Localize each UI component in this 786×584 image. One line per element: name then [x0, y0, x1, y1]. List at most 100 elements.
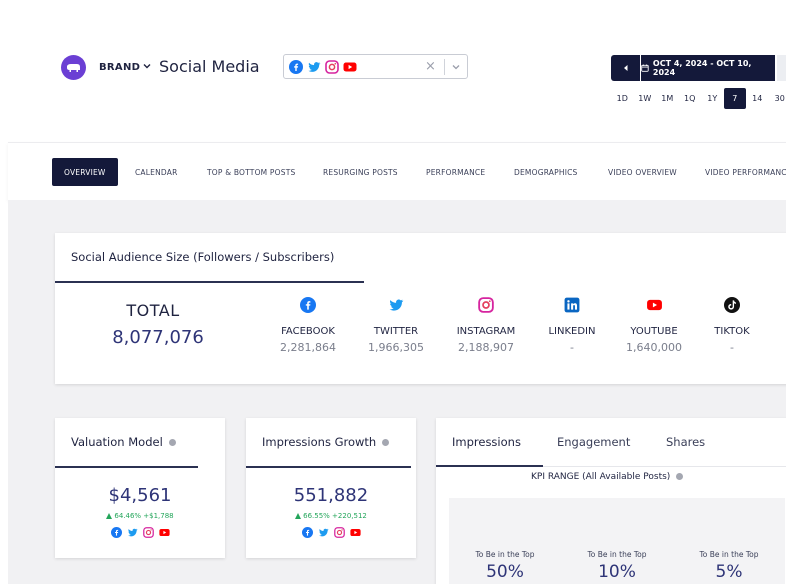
tab-engagement[interactable]: Engagement	[557, 435, 630, 449]
tab-shares[interactable]: Shares	[666, 435, 705, 449]
youtube-icon	[349, 528, 361, 537]
card-title-text: Valuation Model	[71, 435, 163, 449]
tab-impressions[interactable]: Impressions	[452, 435, 521, 449]
facebook-icon	[301, 527, 313, 538]
network-facebook: FACEBOOK 2,281,864	[263, 295, 353, 354]
active-tab-underline	[436, 465, 543, 467]
tab-performance[interactable]: PERFORMANCE	[426, 158, 485, 186]
tab-overview[interactable]: OVERVIEW	[52, 158, 118, 186]
network-icons	[246, 527, 416, 538]
network-name: LINKEDIN	[548, 326, 596, 337]
kpi-percent: 10%	[598, 562, 636, 582]
kpi-caption: To Be in the Top	[699, 550, 759, 559]
brand-selector-label[interactable]: BRAND	[99, 62, 140, 73]
card-title-text: Impressions Growth	[262, 435, 377, 449]
network-icons	[55, 527, 225, 538]
instagram-icon	[142, 527, 154, 538]
card-title: Impressions Growth	[262, 435, 390, 449]
range-option-1m[interactable]: 1M	[656, 88, 679, 109]
date-range-label: OCT 4, 2024 - OCT 10, 2024	[652, 59, 752, 77]
tab-video-overview[interactable]: VIDEO OVERVIEW	[608, 158, 677, 186]
facebook-icon[interactable]	[289, 60, 303, 74]
kpi-caption: To Be in the Top	[587, 550, 647, 559]
instagram-icon	[333, 527, 345, 538]
kpi-range-text: KPI RANGE (All Available Posts)	[531, 472, 671, 482]
twitter-icon[interactable]	[307, 60, 321, 74]
instagram-icon	[478, 297, 494, 313]
page-title: Social Media	[159, 57, 260, 76]
impressions-growth-card: Impressions Growth 551,882 66.55% +220,5…	[246, 418, 416, 558]
network-name: TWITTER	[373, 326, 419, 337]
tab-top-bottom-posts[interactable]: TOP & BOTTOM POSTS	[207, 158, 295, 186]
facebook-icon	[110, 527, 122, 538]
title-underline	[246, 466, 411, 468]
date-prev-button[interactable]	[611, 55, 640, 81]
tab-resurging-posts[interactable]: RESURGING POSTS	[323, 158, 398, 186]
tab-calendar[interactable]: CALENDAR	[135, 158, 177, 186]
info-icon[interactable]	[676, 473, 684, 480]
valuation-value: $4,561	[108, 485, 172, 506]
caret-left-icon	[623, 65, 627, 71]
kpi-caption: To Be in the Top	[475, 550, 535, 559]
filter-divider	[444, 59, 445, 75]
network-value: 2,188,907	[458, 341, 514, 354]
network-value: 1,640,000	[626, 341, 682, 354]
network-value: -	[730, 341, 734, 354]
range-option-1w[interactable]: 1W	[634, 88, 657, 109]
range-option-14[interactable]: 14	[746, 88, 769, 109]
kpi-box: To Be in the Top 10%	[561, 498, 673, 584]
network-name: TIKTOK	[714, 326, 750, 337]
title-underline	[55, 281, 364, 283]
impressions-growth-change: 66.55% +220,512	[246, 512, 416, 520]
total-label: TOTAL	[126, 301, 180, 320]
date-next-button[interactable]	[777, 55, 786, 81]
date-range-picker[interactable]: OCT 4, 2024 - OCT 10, 2024	[641, 55, 775, 81]
change-text: 64.46% +$1,788	[114, 512, 174, 520]
range-option-30[interactable]: 30	[769, 88, 786, 109]
range-option-1q[interactable]: 1Q	[679, 88, 702, 109]
network-youtube: YOUTUBE 1,640,000	[609, 295, 699, 354]
tiktok-icon	[724, 297, 740, 313]
impressions-growth-value: 551,882	[293, 485, 369, 506]
network-value: 1,966,305	[368, 341, 424, 354]
range-option-1y[interactable]: 1Y	[701, 88, 724, 109]
brand-logo[interactable]	[61, 55, 86, 80]
twitter-icon	[318, 528, 329, 537]
total-value: 8,077,076	[112, 327, 204, 348]
card-title: Valuation Model	[71, 435, 176, 449]
range-option-7[interactable]: 7	[723, 88, 746, 109]
network-twitter: TWITTER 1,966,305	[351, 295, 441, 354]
valuation-model-card: Valuation Model $4,561 64.46% +$1,788	[55, 418, 225, 558]
kpi-card: Impressions Engagement Shares KPI RANGE …	[436, 418, 786, 584]
valuation-change: 64.46% +$1,788	[55, 512, 225, 520]
trend-up-icon	[295, 513, 302, 519]
instagram-icon[interactable]	[325, 60, 339, 74]
network-tiktok: TIKTOK -	[687, 295, 777, 354]
trend-up-icon	[106, 513, 113, 519]
facebook-icon	[300, 297, 316, 313]
clear-filter-icon[interactable]: ×	[425, 59, 436, 74]
network-filter-select[interactable]: ×	[283, 54, 468, 79]
youtube-icon	[646, 299, 662, 311]
dashboard-content: Social Audience Size (Followers / Subscr…	[8, 200, 786, 584]
tab-demographics[interactable]: DEMOGRAPHICS	[514, 158, 578, 186]
chevron-down-icon[interactable]	[450, 61, 462, 73]
kpi-percent: 50%	[486, 562, 524, 582]
network-name: YOUTUBE	[630, 326, 678, 337]
network-value: -	[570, 341, 574, 354]
chevron-down-icon[interactable]	[141, 60, 153, 72]
range-option-1d[interactable]: 1D	[611, 88, 634, 109]
network-name: FACEBOOK	[281, 326, 335, 337]
info-icon[interactable]	[382, 439, 390, 446]
twitter-icon	[127, 528, 138, 537]
top-header: BRAND Social Media × OCT 4, 2024 - OCT 1…	[0, 0, 786, 142]
network-instagram: INSTAGRAM 2,188,907	[441, 295, 531, 354]
card-title: Social Audience Size (Followers / Subscr…	[71, 250, 335, 264]
kpi-box: To Be in the Top 5%	[673, 498, 785, 584]
youtube-icon[interactable]	[343, 60, 357, 74]
info-icon[interactable]	[168, 439, 176, 446]
tab-video-performance[interactable]: VIDEO PERFORMANCE	[705, 158, 786, 186]
kpi-range-title: KPI RANGE (All Available Posts)	[531, 472, 684, 482]
title-underline	[55, 466, 198, 468]
twitter-icon	[389, 299, 404, 311]
